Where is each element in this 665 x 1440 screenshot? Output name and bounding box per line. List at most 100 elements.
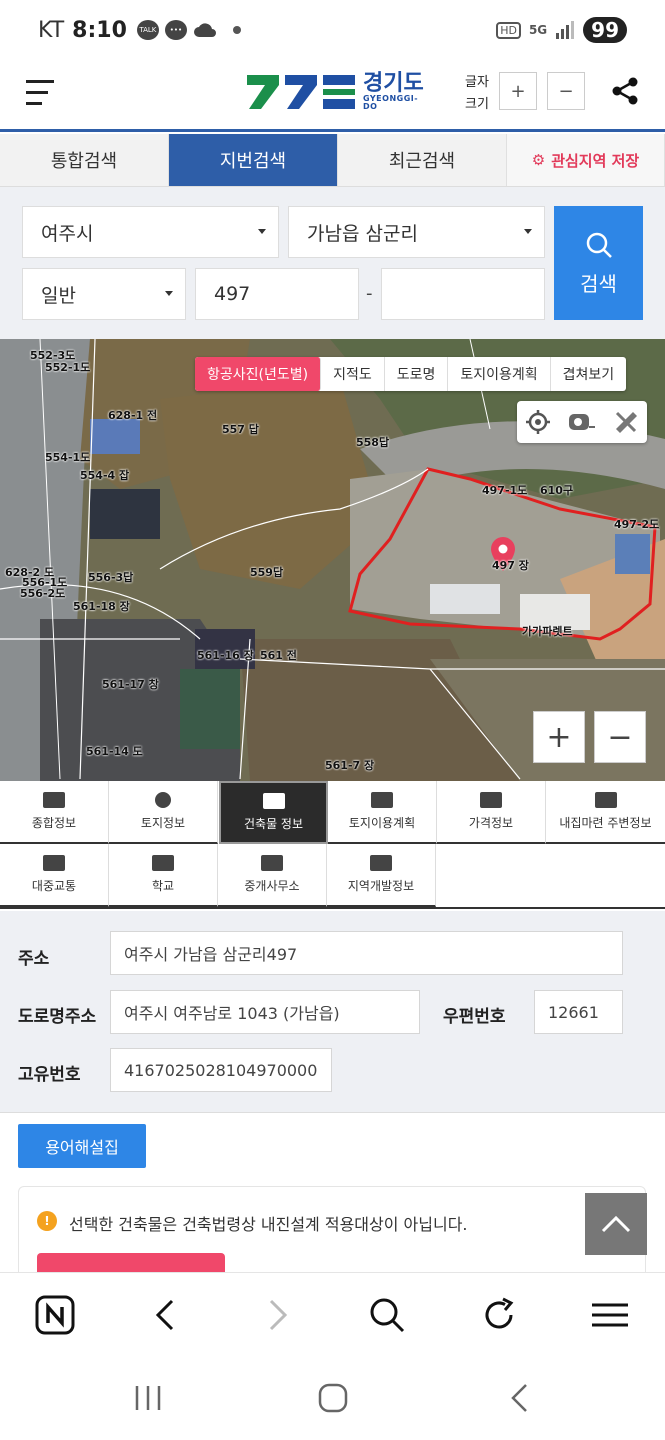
address-label: 주소 [18, 949, 50, 969]
district-value: 가남읍 삼군리 [307, 222, 418, 245]
battery-level: 99 [583, 17, 627, 43]
chevron-up-icon [601, 1215, 631, 1233]
home-icon[interactable] [317, 1382, 349, 1414]
recent-apps-icon[interactable] [133, 1384, 163, 1412]
glossary-button[interactable]: 용어해설집 [18, 1124, 146, 1168]
clock: 8:10 [72, 17, 127, 43]
parcel-label: 가가파렛트 [522, 625, 573, 638]
parcel-label: 561-17 창 [102, 678, 159, 691]
save-favorite-area-button[interactable]: ⚙ 관심지역 저장 [507, 134, 665, 186]
browser-menu-button[interactable] [588, 1293, 632, 1337]
gyeonggi-logo[interactable]: 경기도 GYEONGGI-DO [247, 72, 427, 112]
zoom-in-button[interactable]: + [533, 711, 585, 763]
person-pin-icon [155, 792, 171, 808]
parcel-label: 497-2도 [614, 518, 660, 531]
price-calc-icon [480, 792, 502, 808]
excavator-icon [370, 855, 392, 871]
parcel-label: 559답 [250, 566, 284, 579]
parcel-label: 561-18 장 [73, 600, 130, 613]
lot-type-select[interactable]: 일반 [22, 268, 186, 320]
parcel-label: 557 답 [222, 423, 259, 436]
category-general-info[interactable]: 종합정보 [0, 781, 109, 844]
search-button[interactable]: 검색 [554, 206, 643, 320]
system-icons: HD 5G 99 [496, 17, 627, 43]
district-select[interactable]: 가남읍 삼군리 [288, 206, 545, 258]
chevron-down-icon [258, 229, 266, 234]
zip-label: 우편번호 [443, 1007, 506, 1027]
naver-n-icon [35, 1295, 75, 1335]
tab-lot-search[interactable]: 지번검색 [169, 134, 338, 186]
map-tab-overlay[interactable]: 겹쳐보기 [551, 357, 627, 391]
category-price-info[interactable]: 가격정보 [437, 781, 546, 844]
message-icon: ••• [164, 20, 187, 40]
app-root: KT 8:10 TALK ••• HD 5G 99 경기도 GYEONGGI-D… [0, 0, 665, 1440]
current-location-icon[interactable] [525, 409, 551, 435]
search-button-label: 검색 [580, 271, 617, 296]
font-increase-button[interactable]: + [499, 72, 537, 110]
map-tab-aerial[interactable]: 항공사진(년도별) [195, 357, 322, 391]
tab-integrated-search[interactable]: 통합검색 [0, 134, 169, 186]
reload-button[interactable] [477, 1293, 521, 1337]
save-favorite-label: 관심지역 저장 [551, 151, 640, 170]
lot-search-form: 여주시 가남읍 삼군리 일반 497 - 검색 [0, 187, 665, 339]
pnu-field[interactable]: 4167025028104970000 [110, 1048, 332, 1092]
sub-number-input[interactable] [381, 268, 545, 320]
parcel-label: 556-2도 [20, 587, 66, 600]
category-regional-development[interactable]: 지역개발정보 [327, 844, 436, 907]
category-home-nearby[interactable]: 내집마련 주변정보 [546, 781, 665, 844]
back-button[interactable] [143, 1293, 187, 1337]
bus-icon [43, 855, 65, 871]
category-label: 종합정보 [31, 816, 77, 830]
road-address-field[interactable]: 여주시 여주남로 1043 (가남읍) [110, 990, 420, 1034]
map-layer-tabs: 항공사진(년도별) 지적도 도로명 토지이용계획 겹쳐보기 [195, 357, 627, 391]
category-broker-office[interactable]: 중개사무소 [218, 844, 327, 907]
more-dot-icon [232, 26, 241, 34]
category-label: 대중교통 [31, 879, 77, 893]
map-tab-cadastral[interactable]: 지적도 [321, 357, 385, 391]
menu-icon [592, 1303, 628, 1327]
font-size-label: 글자 크기 [465, 75, 489, 112]
zip-field[interactable]: 12661 [534, 990, 623, 1034]
naver-home-button[interactable] [33, 1293, 77, 1337]
map-tab-land-use[interactable]: 토지이용계획 [448, 357, 551, 391]
category-label: 토지이용계획 [348, 816, 416, 830]
category-label: 학교 [151, 879, 175, 893]
zoom-out-button[interactable]: − [594, 711, 646, 763]
category-label: 건축물 정보 [243, 817, 303, 831]
browser-search-button[interactable] [365, 1293, 409, 1337]
category-public-transit[interactable]: 대중교통 [0, 844, 109, 907]
chevron-right-icon [269, 1299, 288, 1331]
browser-toolbar [0, 1272, 665, 1356]
main-number-input[interactable]: 497 [195, 268, 359, 320]
tab-recent-search[interactable]: 최근검색 [338, 134, 507, 186]
address-field[interactable]: 여주시 가남읍 삼군리497 [110, 931, 623, 975]
font-decrease-button[interactable]: − [547, 72, 585, 110]
category-label: 토지정보 [140, 816, 186, 830]
forward-button[interactable] [256, 1293, 300, 1337]
notification-icons: TALK ••• [136, 20, 241, 40]
category-land-info[interactable]: 토지정보 [109, 781, 218, 844]
logo-ko: 경기도 [363, 71, 424, 96]
back-nav-icon[interactable] [507, 1382, 531, 1414]
parcel-label: 628-1 전 [108, 409, 158, 422]
category-building-info[interactable]: 건축물 정보 [219, 781, 328, 844]
category-school[interactable]: 학교 [109, 844, 218, 907]
parcel-label: 554-4 잡 [80, 469, 130, 482]
carrier-label: KT [38, 17, 65, 43]
system-nav-bar [0, 1356, 665, 1440]
city-select[interactable]: 여주시 [22, 206, 279, 258]
site-header: 경기도 GYEONGGI-DO 글자 크기 + − [0, 60, 665, 132]
id-card-icon [261, 855, 283, 871]
ruler-area-icon[interactable] [613, 409, 639, 435]
aerial-map[interactable]: 552-3도 552-1도 628-1 전 554-1도 554-4 잡 557… [0, 339, 665, 781]
scroll-to-top-button[interactable] [585, 1193, 647, 1255]
map-tab-road-name[interactable]: 도로명 [385, 357, 449, 391]
parcel-label: 558답 [356, 436, 390, 449]
logo-mark-icon [247, 73, 357, 111]
category-land-use-plan[interactable]: 토지이용계획 [328, 781, 437, 844]
logo-en: GYEONGGI-DO [363, 94, 419, 111]
menu-icon[interactable] [26, 80, 54, 106]
road-address-label: 도로명주소 [18, 1007, 97, 1027]
share-icon[interactable] [610, 76, 640, 106]
tape-measure-icon[interactable] [567, 409, 597, 435]
